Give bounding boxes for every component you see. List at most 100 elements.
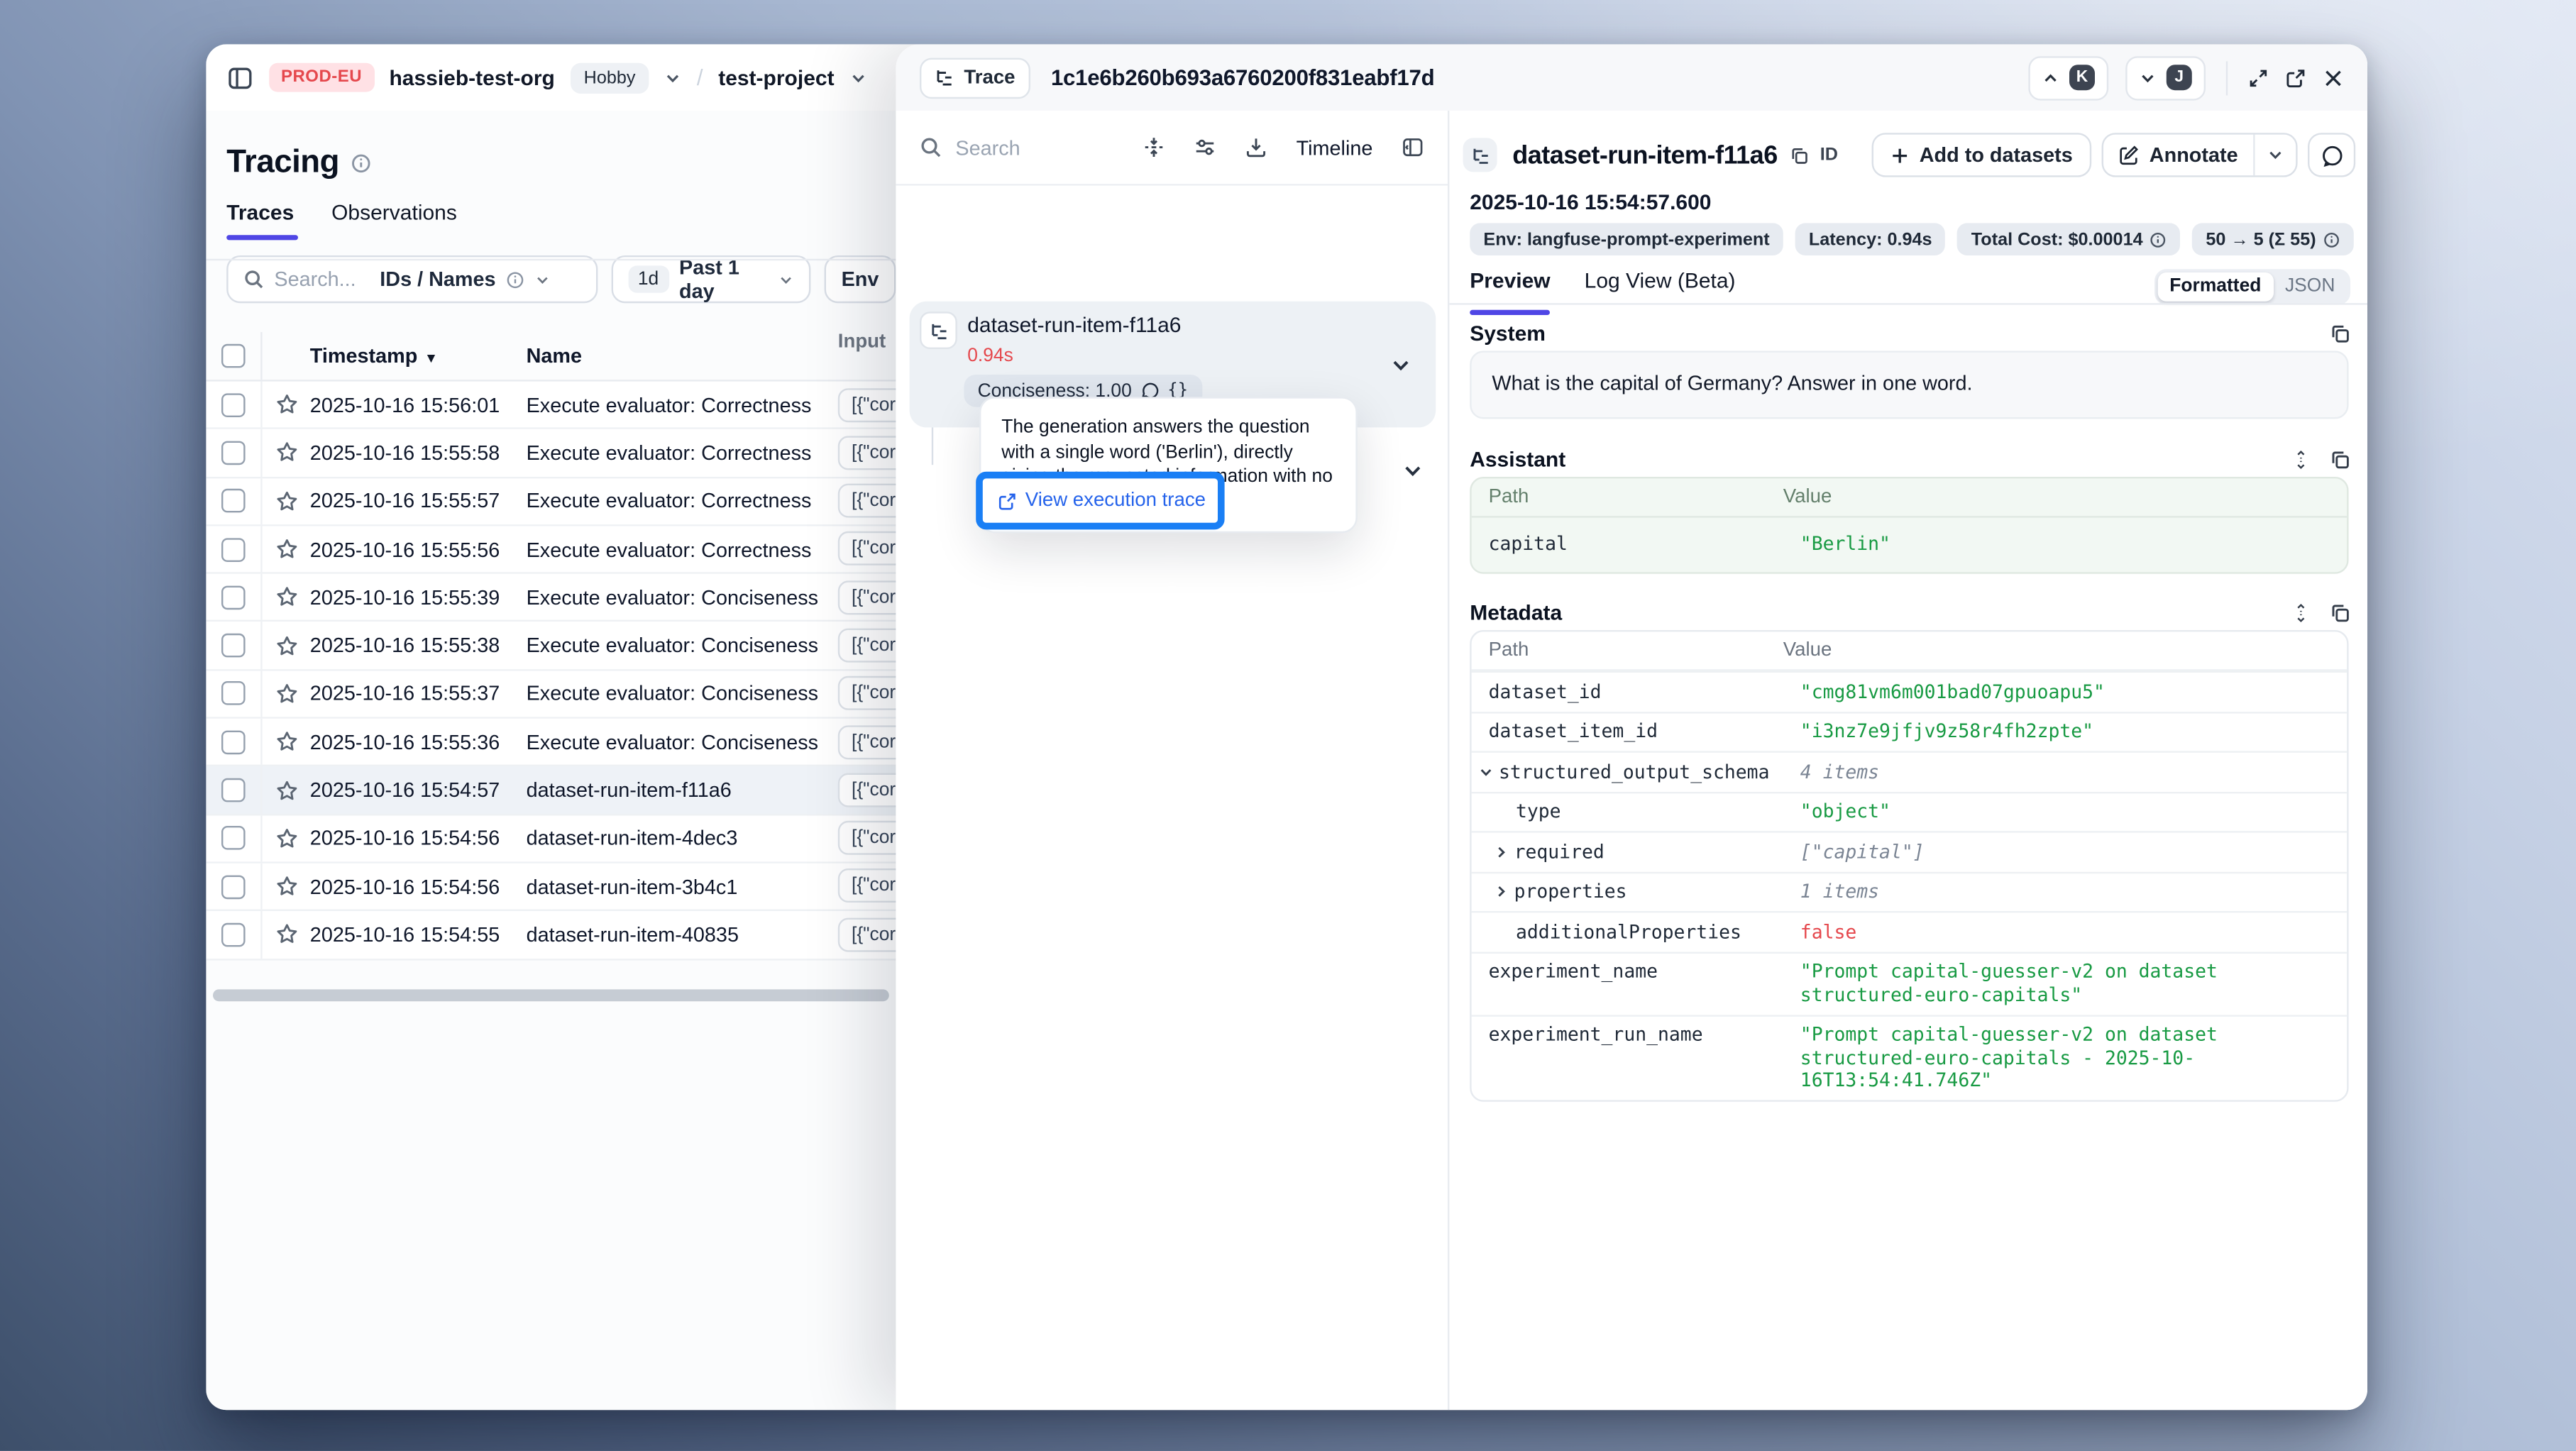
table-row[interactable]: 2025-10-16 15:54:56 dataset-run-item-4de… [206, 815, 896, 864]
expand-icon[interactable] [2248, 67, 2269, 88]
metadata-row[interactable]: dataset_id "cmg81vm6m001bad07gpuoapu5" [1472, 671, 2347, 711]
node2-chevron-down-icon[interactable] [1402, 460, 1424, 482]
metadata-expand-icon[interactable] [2291, 603, 2311, 624]
row-checkbox[interactable] [221, 827, 246, 851]
assistant-expand-icon[interactable] [2291, 450, 2311, 470]
column-header-input[interactable]: Input [838, 332, 896, 380]
env-filter[interactable]: Env [825, 255, 896, 303]
bookmark-star-icon[interactable] [263, 827, 310, 849]
collapse-all-icon[interactable] [1143, 136, 1165, 158]
table-row[interactable]: 2025-10-16 15:54:57 dataset-run-item-f11… [206, 767, 896, 815]
project-name[interactable]: test-project [718, 65, 834, 89]
tab-traces[interactable]: Traces [226, 201, 294, 240]
page-title: Tracing [226, 145, 339, 182]
table-row[interactable]: 2025-10-16 15:55:56 Execute evaluator: C… [206, 526, 896, 574]
metadata-row[interactable]: required ["capital"] [1472, 831, 2347, 871]
id-label[interactable]: ID [1820, 145, 1838, 165]
org-chevron-down-icon[interactable] [664, 69, 681, 86]
highlight-box[interactable]: View execution trace [976, 472, 1224, 530]
tree-search-icon[interactable] [920, 136, 942, 158]
format-toggle-json[interactable]: JSON [2273, 276, 2347, 297]
date-range-filter[interactable]: 1d Past 1 day [610, 255, 810, 303]
assistant-row[interactable]: capital "Berlin" [1472, 518, 2347, 572]
prev-trace-button[interactable]: K [2028, 55, 2108, 99]
table-row[interactable]: 2025-10-16 15:55:58 Execute evaluator: C… [206, 430, 896, 478]
settings-sliders-icon[interactable] [1194, 136, 1216, 158]
view-execution-trace-link[interactable]: View execution trace [1025, 490, 1206, 511]
row-checkbox[interactable] [221, 585, 246, 609]
table-row[interactable]: 2025-10-16 15:55:36 Execute evaluator: C… [206, 719, 896, 767]
tab-log-view[interactable]: Log View (Beta) [1585, 268, 1736, 304]
search-mode-chevron-icon[interactable] [535, 272, 551, 287]
metadata-row[interactable]: experiment_name "Prompt capital-guesser-… [1472, 951, 2347, 1014]
row-checkbox[interactable] [221, 923, 246, 947]
badge-info-icon[interactable] [2150, 231, 2167, 248]
column-header-name[interactable]: Name [527, 344, 838, 368]
close-icon[interactable] [2323, 67, 2344, 88]
bookmark-star-icon[interactable] [263, 731, 310, 753]
bookmark-star-icon[interactable] [263, 490, 310, 512]
search-mode-info-icon[interactable] [506, 270, 524, 288]
bookmark-star-icon[interactable] [263, 683, 310, 705]
detail-type-icon [1463, 138, 1497, 172]
next-trace-button[interactable]: J [2125, 55, 2206, 99]
row-checkbox[interactable] [221, 875, 246, 899]
project-chevron-down-icon[interactable] [849, 69, 866, 86]
tree-search-placeholder[interactable]: Search [955, 136, 1020, 160]
metadata-row[interactable]: type "object" [1472, 791, 2347, 831]
bookmark-star-icon[interactable] [263, 876, 310, 898]
system-copy-icon[interactable] [2330, 324, 2350, 344]
annotate-dropdown-chevron-icon[interactable] [2253, 135, 2296, 176]
search-input[interactable]: Search... IDs / Names [226, 255, 597, 303]
annotate-button[interactable]: Annotate [2103, 135, 2253, 176]
horizontal-scrollbar[interactable] [213, 989, 889, 1001]
table-row[interactable]: 2025-10-16 15:55:37 Execute evaluator: C… [206, 671, 896, 719]
row-checkbox[interactable] [221, 441, 246, 465]
metadata-row[interactable]: properties 1 items [1472, 871, 2347, 911]
org-name[interactable]: hassieb-test-org [389, 65, 554, 89]
row-checkbox[interactable] [221, 489, 246, 513]
timeline-toggle[interactable]: Timeline [1297, 136, 1373, 160]
tab-preview[interactable]: Preview [1470, 268, 1550, 304]
info-icon[interactable] [351, 153, 372, 174]
format-toggle-formatted[interactable]: Formatted [2158, 272, 2274, 301]
row-checkbox[interactable] [221, 682, 246, 706]
bookmark-star-icon[interactable] [263, 779, 310, 801]
row-checkbox[interactable] [221, 778, 246, 802]
add-to-datasets-button[interactable]: Add to datasets [1872, 133, 2092, 177]
metadata-row[interactable]: additionalProperties false [1472, 911, 2347, 951]
row-timestamp: 2025-10-16 15:55:36 [310, 730, 527, 754]
sidebar-toggle-icon[interactable] [226, 64, 253, 91]
bookmark-star-icon[interactable] [263, 924, 310, 946]
select-all-checkbox[interactable] [221, 344, 246, 368]
assistant-copy-icon[interactable] [2330, 450, 2350, 470]
bookmark-star-icon[interactable] [263, 538, 310, 560]
metadata-copy-icon[interactable] [2330, 603, 2350, 624]
row-checkbox[interactable] [221, 537, 246, 561]
bookmark-star-icon[interactable] [263, 442, 310, 464]
metadata-row[interactable]: experiment_run_name "Prompt capital-gues… [1472, 1014, 2347, 1100]
table-row[interactable]: 2025-10-16 15:54:55 dataset-run-item-408… [206, 912, 896, 960]
table-row[interactable]: 2025-10-16 15:55:57 Execute evaluator: C… [206, 478, 896, 526]
metadata-row[interactable]: dataset_item_id "i3nz7e9jfjv9z58r4fh2zpt… [1472, 711, 2347, 751]
table-row[interactable]: 2025-10-16 15:55:38 Execute evaluator: C… [206, 622, 896, 671]
tab-observations[interactable]: Observations [331, 201, 457, 240]
row-checkbox[interactable] [221, 634, 246, 658]
bookmark-star-icon[interactable] [263, 586, 310, 608]
table-row[interactable]: 2025-10-16 15:56:01 Execute evaluator: C… [206, 382, 896, 430]
bookmark-star-icon[interactable] [263, 634, 310, 656]
collapse-panel-icon[interactable] [1402, 136, 1424, 158]
metadata-row[interactable]: structured_output_schema 4 items [1472, 751, 2347, 790]
format-toggle[interactable]: Formatted JSON [2154, 268, 2350, 304]
bookmark-star-icon[interactable] [263, 394, 310, 416]
badge-info-icon[interactable] [2323, 231, 2340, 248]
open-external-icon[interactable] [2286, 67, 2306, 88]
comments-button[interactable] [2308, 133, 2355, 177]
copy-icon[interactable] [1790, 145, 1808, 164]
row-checkbox[interactable] [221, 730, 246, 754]
table-row[interactable]: 2025-10-16 15:54:56 dataset-run-item-3b4… [206, 864, 896, 912]
column-header-timestamp[interactable]: Timestamp▼ [310, 344, 527, 368]
row-checkbox[interactable] [221, 393, 246, 417]
table-row[interactable]: 2025-10-16 15:55:39 Execute evaluator: C… [206, 574, 896, 622]
download-icon[interactable] [1245, 136, 1267, 158]
